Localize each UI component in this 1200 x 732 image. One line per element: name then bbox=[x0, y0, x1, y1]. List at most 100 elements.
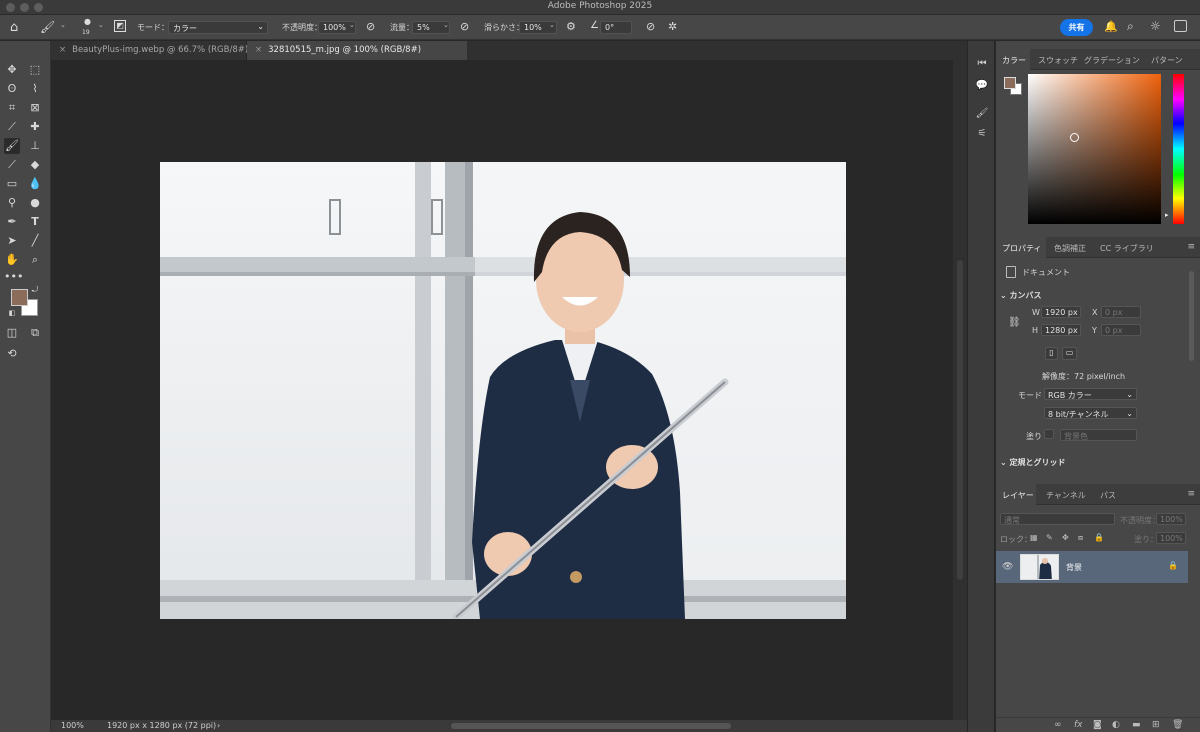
path-selection-tool-icon[interactable]: ➤ bbox=[4, 233, 20, 249]
status-more-icon[interactable]: › bbox=[217, 721, 220, 730]
frame-tool-icon[interactable]: ⊠ bbox=[27, 100, 43, 116]
tool-preset-dropdown[interactable]: ⌄ bbox=[60, 21, 66, 29]
height-input[interactable]: 1280 px bbox=[1041, 324, 1081, 336]
tab-properties[interactable]: プロパティ bbox=[1002, 243, 1042, 254]
default-colors-icon[interactable]: ◧ bbox=[7, 308, 17, 318]
lock-pixels-icon[interactable]: ✎ bbox=[1046, 533, 1053, 542]
lock-position-icon[interactable]: ✥ bbox=[1062, 533, 1069, 542]
adjustment-layer-icon[interactable]: ◐ bbox=[1112, 720, 1120, 730]
more-tools-icon[interactable]: ••• bbox=[4, 269, 23, 285]
history-icon[interactable]: ⏮ bbox=[975, 57, 989, 71]
rulers-grid-section-header[interactable]: ⌄ 定規とグリッド bbox=[1000, 457, 1066, 468]
blur-tool-icon[interactable]: 💧 bbox=[27, 176, 43, 192]
home-icon[interactable]: ⌂ bbox=[10, 20, 18, 35]
portrait-orientation-icon[interactable]: ▯ bbox=[1045, 347, 1058, 360]
bit-depth-select[interactable]: 8 bit/チャンネル ⌄ bbox=[1044, 407, 1137, 419]
search-icon[interactable]: ⌕ bbox=[1127, 19, 1134, 34]
tab-patterns[interactable]: パターン bbox=[1151, 55, 1183, 66]
pressure-size-icon[interactable]: ⊘ bbox=[646, 20, 655, 33]
tab-gradients[interactable]: グラデーション bbox=[1084, 55, 1140, 66]
layer-row-background[interactable]: 👁 背景 🔒 bbox=[996, 551, 1188, 583]
share-button[interactable]: 共有 bbox=[1060, 19, 1093, 36]
hand-tool-icon[interactable]: ✋ bbox=[4, 252, 20, 268]
properties-scrollbar[interactable] bbox=[1189, 271, 1194, 361]
workspace-icon[interactable] bbox=[1174, 20, 1187, 32]
brush-preset-dropdown[interactable]: ⌄ bbox=[98, 21, 104, 29]
eye-visibility-icon[interactable]: 👁 bbox=[1002, 562, 1013, 572]
layer-name[interactable]: 背景 bbox=[1066, 562, 1082, 573]
doc-tab-beautyplus[interactable]: × BeautyPlus-img.webp @ 66.7% (RGB/8#) bbox=[51, 41, 248, 60]
pen-tool-icon[interactable]: ✒ bbox=[4, 214, 20, 230]
brush-tool-icon[interactable]: 🖌 bbox=[4, 138, 20, 154]
brush-settings-icon[interactable]: ◩ bbox=[114, 20, 126, 32]
document-photo[interactable] bbox=[160, 162, 846, 619]
new-layer-icon[interactable]: ⊞ bbox=[1152, 720, 1160, 730]
type-tool-icon[interactable]: T bbox=[27, 214, 43, 230]
airbrush-icon[interactable]: ⊘ bbox=[460, 20, 469, 33]
trash-icon[interactable]: 🗑 bbox=[1172, 720, 1183, 730]
line-tool-icon[interactable]: ╱ bbox=[27, 233, 43, 249]
layer-fill-input[interactable]: 100% bbox=[1156, 532, 1186, 544]
y-input[interactable]: 0 px bbox=[1101, 324, 1141, 336]
tab-color[interactable]: カラー bbox=[1002, 55, 1026, 66]
quick-selection-tool-icon[interactable]: ⌇ bbox=[27, 81, 43, 97]
brush-tip-icon[interactable]: ● bbox=[84, 17, 91, 26]
adjustments-icon[interactable]: ⚟ bbox=[975, 127, 989, 141]
layers-menu-icon[interactable]: ≡ bbox=[1187, 489, 1195, 499]
pressure-opacity-icon[interactable]: ⊘ bbox=[366, 20, 375, 33]
brushes-icon[interactable]: 🖌 bbox=[975, 107, 989, 121]
healing-brush-tool-icon[interactable]: ✚ bbox=[27, 119, 43, 135]
bell-icon[interactable]: 🔔 bbox=[1104, 20, 1118, 33]
hue-slider-marker[interactable]: ▸ bbox=[1165, 211, 1169, 219]
flow-dropdown[interactable]: ⌄ bbox=[443, 21, 449, 29]
landscape-orientation-icon[interactable]: ▭ bbox=[1062, 347, 1077, 360]
lock-all-icon[interactable]: 🔒 bbox=[1094, 533, 1104, 542]
layer-lock-icon[interactable]: 🔒 bbox=[1168, 561, 1178, 570]
new-group-icon[interactable]: ▬ bbox=[1132, 720, 1141, 730]
horizontal-scroll-thumb[interactable] bbox=[451, 723, 731, 729]
lock-transparent-icon[interactable]: ▦ bbox=[1030, 533, 1038, 542]
width-input[interactable]: 1920 px bbox=[1041, 306, 1081, 318]
angle-input[interactable]: 0° bbox=[600, 21, 632, 34]
foreground-color-swatch[interactable] bbox=[11, 289, 28, 306]
layer-mask-icon[interactable]: ◙ bbox=[1093, 720, 1102, 730]
hue-slider[interactable] bbox=[1173, 74, 1184, 224]
smoothing-dropdown[interactable]: ⌄ bbox=[549, 21, 555, 29]
eyedropper-tool-icon[interactable]: ⟋ bbox=[4, 119, 20, 135]
link-layers-icon[interactable]: ∞ bbox=[1054, 720, 1062, 730]
fill-select[interactable]: 背景色 bbox=[1060, 429, 1137, 441]
panel-foreground-swatch[interactable] bbox=[1004, 77, 1016, 89]
opacity-dropdown[interactable]: ⌄ bbox=[349, 21, 355, 29]
zoom-tool-icon[interactable]: ⌕ bbox=[27, 252, 43, 268]
vertical-scroll-thumb[interactable] bbox=[957, 260, 963, 580]
color-picker-cursor[interactable] bbox=[1070, 133, 1079, 142]
tab-paths[interactable]: パス bbox=[1100, 490, 1116, 501]
fill-swatch[interactable] bbox=[1044, 429, 1054, 439]
dodge-tool-icon[interactable]: ⚲ bbox=[4, 195, 20, 211]
mode-select[interactable]: カラー ⌄ bbox=[168, 21, 268, 34]
eraser-tool-icon[interactable]: ◆ bbox=[27, 157, 43, 173]
canvas-section-header[interactable]: ⌄ カンバス bbox=[1000, 290, 1042, 301]
history-brush-tool-icon[interactable]: ⟋ bbox=[4, 157, 20, 173]
close-tab-icon[interactable]: × bbox=[255, 45, 262, 55]
fx-icon[interactable]: fx bbox=[1074, 720, 1083, 730]
lasso-tool-icon[interactable]: ʘ bbox=[4, 81, 20, 97]
gradient-tool-icon[interactable]: ▭ bbox=[4, 176, 20, 192]
tab-layers[interactable]: レイヤー bbox=[1002, 490, 1034, 501]
tab-channels[interactable]: チャンネル bbox=[1046, 490, 1086, 501]
tab-adjustments[interactable]: 色調補正 bbox=[1054, 243, 1086, 254]
move-tool-icon[interactable]: ✥ bbox=[4, 62, 20, 78]
clone-stamp-tool-icon[interactable]: ⊥ bbox=[27, 138, 43, 154]
symmetry-icon[interactable]: ✲ bbox=[668, 20, 677, 33]
x-input[interactable]: 0 px bbox=[1101, 306, 1141, 318]
quick-mask-icon[interactable]: ◫ bbox=[4, 325, 20, 341]
color-picker-field[interactable] bbox=[1028, 74, 1161, 224]
gear-icon[interactable]: ⚙ bbox=[566, 20, 576, 33]
sponge-tool-icon[interactable]: ● bbox=[27, 195, 43, 211]
close-tab-icon[interactable]: × bbox=[59, 45, 66, 55]
screen-mode-icon[interactable]: ⧉ bbox=[27, 325, 43, 341]
brush-tool-icon[interactable]: 🖌 bbox=[40, 20, 55, 34]
lightbulb-icon[interactable]: ☼ bbox=[1150, 19, 1161, 33]
generative-fill-icon[interactable]: ⟲ bbox=[4, 346, 20, 362]
marquee-tool-icon[interactable]: ⬚ bbox=[27, 62, 43, 78]
